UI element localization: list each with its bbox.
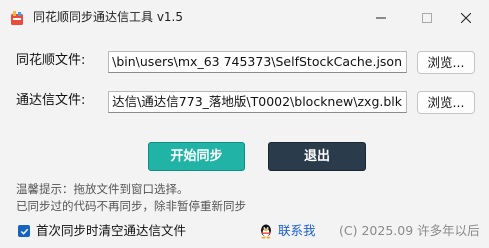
- copyright-text: (C) 2025.09 许多年以后: [339, 223, 480, 238]
- app-window: 同花顺同步通达信工具 v1.5 同花顺文件: \bin\users\mx_63 …: [0, 0, 489, 248]
- close-icon: [461, 13, 471, 23]
- minimize-button[interactable]: [358, 0, 404, 36]
- checkmark-icon: [20, 228, 28, 235]
- ths-browse-button[interactable]: 浏览...: [417, 51, 475, 74]
- exit-button[interactable]: 退出: [268, 142, 366, 171]
- minimize-icon: [376, 17, 386, 19]
- tdx-file-label: 通达信文件:: [16, 93, 86, 108]
- title-bar[interactable]: 同花顺同步通达信工具 v1.5: [0, 0, 489, 36]
- close-button[interactable]: [443, 0, 489, 36]
- tip-line-1: 温馨提示：拖放文件到窗口选择。: [16, 182, 189, 196]
- clear-first-checkbox[interactable]: [18, 225, 30, 237]
- ths-file-label: 同花顺文件:: [16, 53, 86, 68]
- tdx-file-input[interactable]: 达信\通达信773_落地版\T0002\blocknew\zxg.blk: [108, 91, 407, 113]
- app-logo-icon: [11, 11, 23, 25]
- start-sync-button[interactable]: 开始同步: [148, 142, 245, 171]
- ths-file-path: \bin\users\mx_63 745373\SelfStockCache.j…: [112, 54, 402, 69]
- tip-line-2: 已同步过的代码不再同步，除非暂停重新同步: [16, 199, 246, 213]
- clear-first-checkbox-label[interactable]: 首次同步时清空通达信文件: [36, 222, 186, 240]
- tdx-file-path: 达信\通达信773_落地版\T0002\blocknew\zxg.blk: [112, 94, 402, 109]
- window-title: 同花顺同步通达信工具 v1.5: [33, 10, 184, 24]
- qq-penguin-icon: [261, 224, 271, 239]
- ths-file-input[interactable]: \bin\users\mx_63 745373\SelfStockCache.j…: [108, 51, 407, 73]
- contact-link[interactable]: 联系我: [278, 222, 316, 240]
- maximize-icon: [422, 13, 432, 23]
- tdx-browse-button[interactable]: 浏览...: [417, 91, 475, 114]
